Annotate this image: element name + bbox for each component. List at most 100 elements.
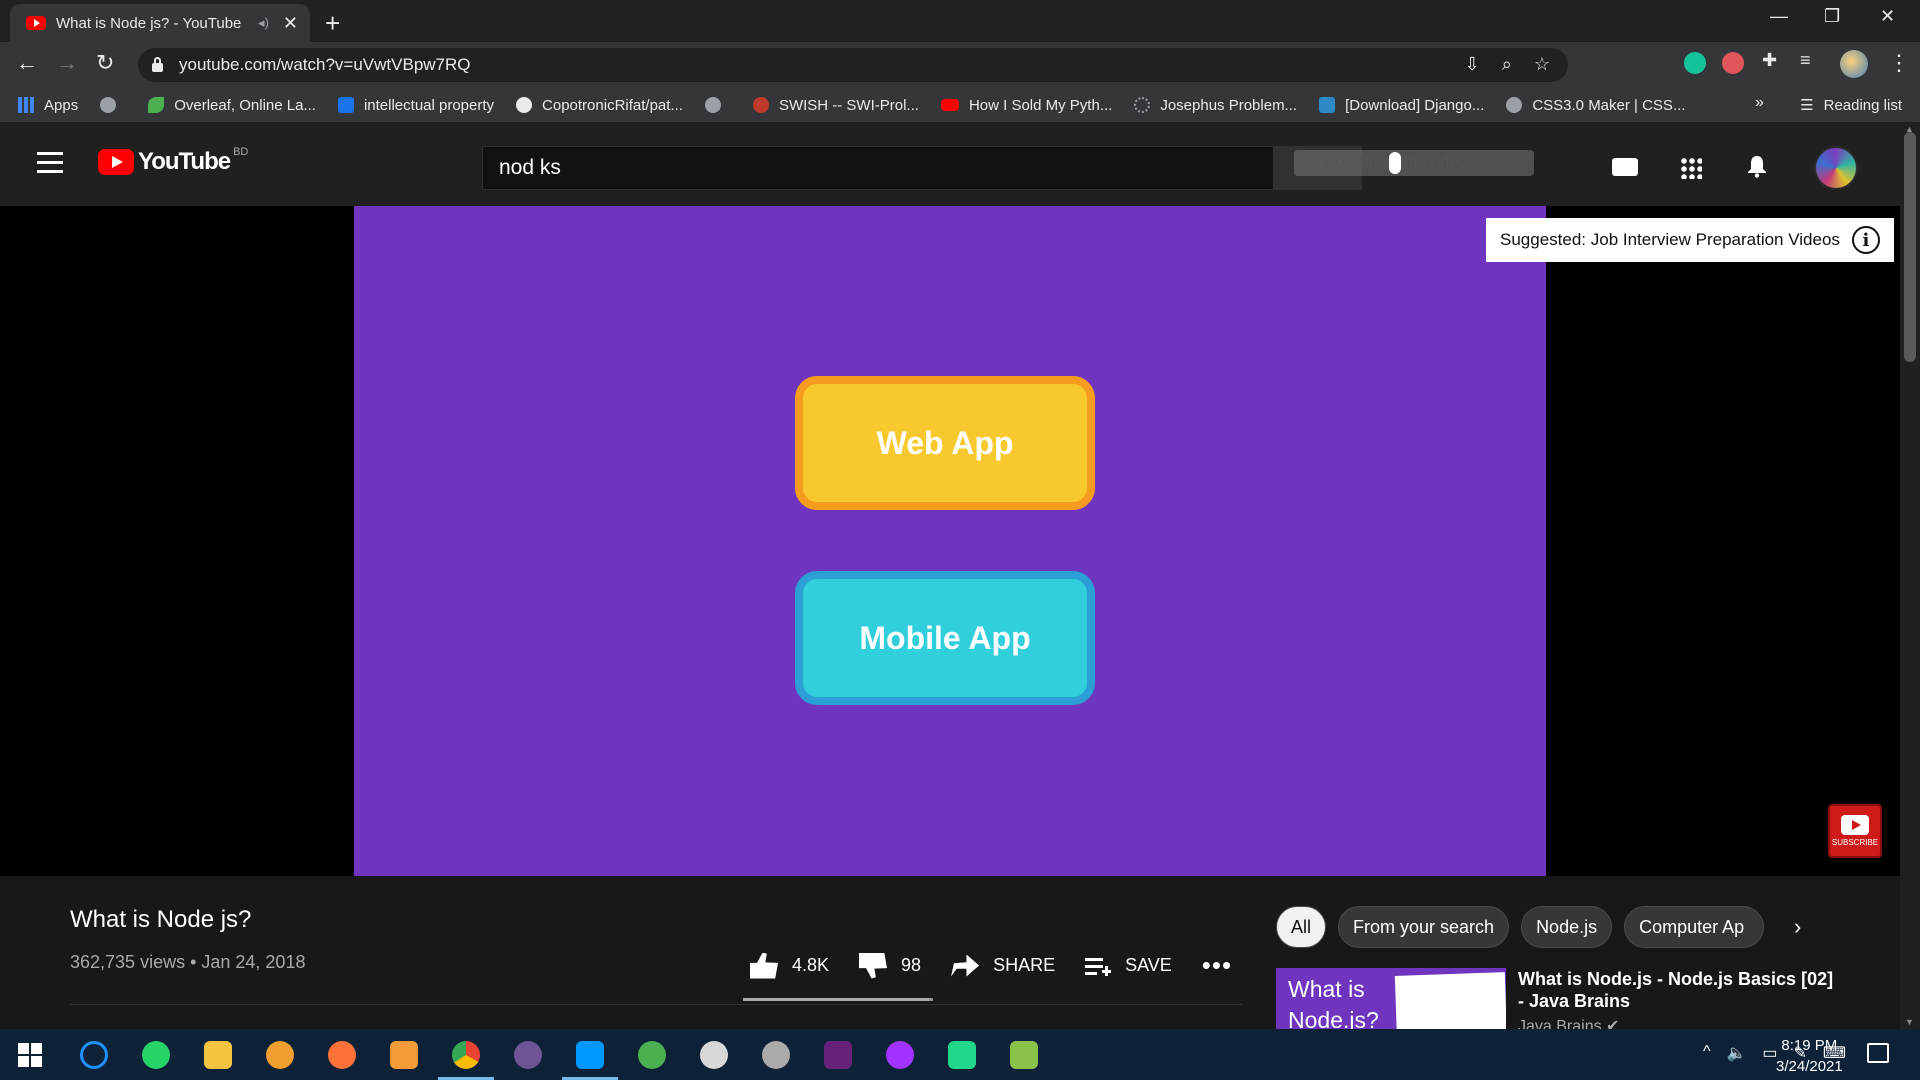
chip-computer-apps[interactable]: Computer Ap [1624, 906, 1765, 948]
scroll-down-icon[interactable]: ▼ [1905, 1017, 1914, 1027]
media-control-icon[interactable]: ≡ [1800, 50, 1822, 72]
clock[interactable]: 8:19 PM 3/24/2021 [1776, 1035, 1843, 1077]
dislike-button[interactable]: 98 [859, 952, 921, 979]
like-button[interactable]: 4.8K [750, 952, 829, 979]
minimize-icon[interactable]: — [1770, 6, 1788, 27]
bookmark-josephus[interactable]: Josephus Problem... [1134, 97, 1297, 114]
profile-avatar[interactable] [1840, 50, 1868, 78]
bookmark-star-icon[interactable]: ☆ [1534, 54, 1550, 75]
notifications-icon[interactable] [1867, 1043, 1889, 1063]
swish-icon [752, 97, 769, 113]
playlist-add-icon [1085, 955, 1112, 976]
bookmark-globe-2[interactable] [704, 97, 731, 113]
chip-nodejs[interactable]: Node.js [1521, 906, 1613, 948]
cortana-icon[interactable] [80, 1041, 108, 1069]
loading-icon [1134, 97, 1151, 113]
install-icon[interactable]: ⇩ [1465, 54, 1480, 75]
github-desktop-icon[interactable] [514, 1041, 542, 1069]
menu-kebab-icon[interactable]: ⋮ [1888, 50, 1910, 76]
postman-icon[interactable] [762, 1041, 790, 1069]
whatsapp-icon[interactable] [142, 1041, 170, 1069]
bookmark-github[interactable]: CopotronicRifat/pat... [516, 97, 683, 114]
bookmark-overleaf[interactable]: Overleaf, Online La... [148, 97, 316, 114]
close-tab-icon[interactable]: ✕ [283, 13, 298, 34]
youtube-play-icon [98, 149, 134, 175]
bookmark-youtube[interactable]: How I Sold My Pyth... [940, 97, 1112, 114]
apps-grid-icon [18, 97, 34, 113]
chip-all[interactable]: All [1276, 906, 1327, 948]
recommended-title[interactable]: What is Node.js - Node.js Basics [02] - … [1518, 968, 1838, 1012]
bookmark-intellectual-property[interactable]: intellectual property [337, 97, 494, 114]
chip-from-your-search[interactable]: From your search [1338, 906, 1510, 948]
file-explorer-icon[interactable] [204, 1041, 232, 1069]
bookmark-css3-maker[interactable]: CSS3.0 Maker | CSS... [1506, 97, 1685, 114]
more-actions-icon[interactable]: ••• [1202, 950, 1232, 981]
forward-icon[interactable]: → [56, 50, 78, 76]
video-player[interactable]: Web App Mobile App Suggested: Job Interv… [0, 206, 1900, 876]
app-grey-icon[interactable] [700, 1041, 728, 1069]
bookmark-apps[interactable]: Apps [18, 97, 78, 114]
back-icon[interactable]: ← [16, 50, 38, 76]
bookmark-swish[interactable]: SWISH -- SWI-Prol... [752, 97, 919, 114]
vscode-icon[interactable] [576, 1041, 604, 1069]
bookmark-globe[interactable] [100, 97, 126, 113]
address-bar[interactable]: youtube.com/watch?v=uVwtVBpw7RQ ⇩ ⌕ ☆ [138, 48, 1568, 82]
share-button[interactable]: SHARE [951, 954, 1055, 977]
page-scrollbar[interactable]: ▲ ▼ [1900, 122, 1920, 1029]
globe-icon [704, 97, 721, 113]
reload-icon[interactable]: ↻ [96, 50, 114, 76]
chrome-icon[interactable] [452, 1041, 480, 1069]
save-button[interactable]: SAVE [1085, 955, 1172, 976]
video-info-section: What is Node js? 362,735 views • Jan 24,… [0, 876, 1900, 1035]
create-video-icon[interactable] [1612, 158, 1638, 176]
mic-icon[interactable] [1389, 152, 1401, 174]
search-input[interactable]: nod ks [482, 146, 1274, 190]
extension-icon[interactable] [1722, 52, 1744, 74]
hamburger-menu-icon[interactable] [37, 152, 63, 179]
youtube-logo[interactable]: YouTube BD [98, 146, 248, 176]
django-icon [1319, 97, 1336, 113]
browser-tab[interactable]: What is Node js? - YouTube ◂) ✕ [10, 4, 310, 42]
download-video-overlay[interactable]: Download this video [1294, 150, 1534, 176]
clock-time: 8:19 PM [1781, 1037, 1838, 1054]
info-icon[interactable]: i [1851, 226, 1880, 254]
start-windows-icon[interactable] [18, 1043, 42, 1067]
puzzle-icon[interactable]: ✚ [1762, 50, 1784, 72]
subscribe-watermark[interactable]: SUBSCRIBE [1828, 804, 1882, 858]
share-icon [951, 954, 980, 977]
suggested-card[interactable]: Suggested: Job Interview Preparation Vid… [1486, 218, 1894, 262]
recommended-thumbnail[interactable]: What is Node.js? [1276, 968, 1506, 1029]
notifications-bell-icon[interactable] [1746, 154, 1768, 178]
bookmark-django[interactable]: [Download] Django... [1319, 97, 1484, 114]
notepad-icon[interactable] [1010, 1041, 1038, 1069]
restore-icon[interactable]: ❐ [1824, 6, 1840, 27]
more-bookmarks-icon[interactable]: » [1755, 94, 1764, 112]
windows-taskbar: ^ 🔈 ▭ ✎ ⌨ 8:19 PM 3/24/2021 [0, 1029, 1920, 1080]
chips-next-icon[interactable]: › [1794, 914, 1801, 940]
grammarly-icon[interactable] [1684, 52, 1706, 74]
visual-studio-icon[interactable] [824, 1041, 852, 1069]
firefox-icon[interactable] [328, 1041, 356, 1069]
video-frame[interactable]: Web App Mobile App [354, 206, 1546, 876]
github-icon [516, 97, 533, 113]
zoom-icon[interactable]: ⌕ [1502, 54, 1512, 75]
messenger-icon[interactable] [886, 1041, 914, 1069]
scroll-thumb[interactable] [1904, 132, 1916, 362]
volume-icon[interactable]: 🔈 [1726, 1043, 1746, 1063]
url-text[interactable]: youtube.com/watch?v=uVwtVBpw7RQ [179, 55, 471, 75]
pycharm-icon[interactable] [948, 1041, 976, 1069]
app-orange-icon[interactable] [390, 1041, 418, 1069]
app-green-icon[interactable] [638, 1041, 666, 1069]
lock-icon[interactable] [152, 56, 163, 72]
thumb-up-icon [750, 952, 778, 979]
close-window-icon[interactable]: ✕ [1880, 6, 1895, 27]
speaker-icon[interactable]: ◂) [258, 15, 269, 31]
mobile-app-graphic: Mobile App [795, 571, 1095, 705]
tray-chevron-icon[interactable]: ^ [1703, 1043, 1711, 1063]
reading-list[interactable]: ☰ Reading list [1800, 88, 1902, 122]
new-tab-icon[interactable]: + [325, 8, 340, 39]
account-avatar[interactable] [1814, 146, 1858, 190]
vpn-icon[interactable] [266, 1041, 294, 1069]
apps-icon[interactable] [1680, 157, 1702, 179]
thumb-text-line2: Node.js? [1288, 1007, 1379, 1029]
